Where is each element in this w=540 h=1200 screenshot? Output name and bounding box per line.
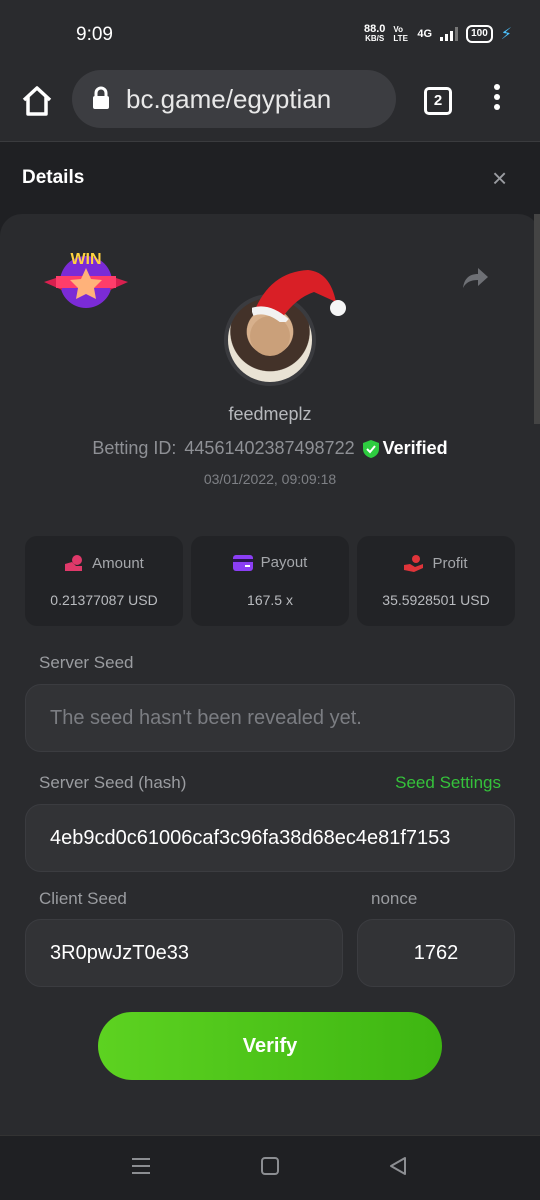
scrollbar[interactable] (534, 214, 540, 424)
profit-label: Profit (432, 554, 468, 572)
betting-id-line: Betting ID: 44561402387498722 Verified (0, 438, 540, 459)
hand-icon (404, 555, 424, 572)
network-speed: 88.0 KB/S (364, 24, 385, 44)
server-seed-value: The seed hasn't been revealed yet. (50, 706, 362, 729)
shield-check-icon (362, 439, 379, 458)
username: feedmeplz (228, 404, 312, 424)
browser-toolbar: bc.game/egyptian 2 (0, 70, 540, 142)
server-seed-hash-field[interactable]: 4eb9cd0c61006caf3c96fa38d68ec4e81f7153 (25, 804, 515, 872)
home-nav-icon[interactable] (260, 1156, 280, 1176)
speed-unit: KB/S (365, 34, 385, 43)
details-view: Details × WIN feedmeplz Betting ID: 4456… (0, 143, 540, 1135)
payout-label: Payout (260, 554, 308, 571)
seed-settings-link[interactable]: Seed Settings (395, 773, 501, 793)
client-seed-value: 3R0pwJzT0e33 (50, 941, 189, 964)
signal-label: 4G (417, 28, 433, 40)
lock-icon (93, 86, 109, 109)
profit-value: 35.5928501 USD (382, 592, 490, 608)
payout-value: 167.5 x (247, 592, 293, 608)
bet-timestamp: 03/01/2022, 09:09:18 (203, 471, 337, 487)
system-nav-bar (0, 1135, 540, 1200)
server-seed-label: Server Seed (39, 653, 134, 672)
profit-card: Profit 35.5928501 USD (357, 536, 515, 626)
bet-details-panel: WIN feedmeplz Betting ID: 44561402387498… (0, 214, 540, 1135)
back-icon[interactable] (388, 1156, 408, 1176)
server-seed-field[interactable]: The seed hasn't been revealed yet. (25, 684, 515, 752)
home-icon[interactable] (20, 84, 54, 118)
verify-button[interactable]: Verify (98, 1012, 442, 1080)
page-title: Details (22, 167, 85, 188)
card-icon (232, 554, 253, 571)
recents-icon[interactable] (130, 1156, 152, 1176)
betting-id-label: Betting ID: (92, 438, 177, 458)
charging-icon: ⚡ (500, 26, 512, 43)
server-seed-hash-value: 4eb9cd0c61006caf3c96fa38d68ec4e81f7153 (50, 826, 451, 849)
amount-label: Amount (92, 554, 144, 572)
nonce-label: nonce (371, 889, 418, 908)
win-badge-icon: WIN (44, 251, 128, 308)
amount-value: 0.21377087 USD (50, 592, 158, 608)
nonce-input[interactable]: 1762 (357, 919, 515, 987)
verified-label: Verified (382, 438, 448, 458)
client-seed-label: Client Seed (39, 889, 127, 908)
amount-card: Amount 0.21377087 USD (25, 536, 183, 626)
address-bar[interactable]: bc.game/egyptian (72, 70, 396, 128)
client-seed-input[interactable]: 3R0pwJzT0e33 (25, 919, 343, 987)
url-text: bc.game/egyptian (126, 84, 332, 114)
battery-icon: 100 (466, 25, 493, 43)
signal-icon (440, 27, 459, 41)
volte-label: Vo LTE (393, 25, 408, 43)
tab-switcher-button[interactable]: 2 (424, 87, 452, 115)
status-icons: 88.0 KB/S Vo LTE 4G 100 ⚡ (364, 24, 512, 44)
share-icon[interactable] (462, 266, 490, 290)
close-icon[interactable]: × (492, 165, 507, 191)
menu-icon[interactable] (490, 84, 504, 114)
betting-id-value: 44561402387498722 (184, 438, 355, 458)
coins-icon (65, 555, 83, 571)
payout-card: Payout 167.5 x (191, 536, 349, 626)
status-time: 9:09 (76, 24, 113, 45)
nonce-value: 1762 (413, 941, 459, 964)
win-badge-text: WIN (70, 251, 101, 268)
status-bar: 9:09 88.0 KB/S Vo LTE 4G 100 ⚡ (0, 0, 540, 70)
verified-badge: Verified (362, 438, 448, 459)
santa-hat-icon (252, 270, 346, 322)
server-seed-hash-label: Server Seed (hash) (39, 773, 187, 792)
